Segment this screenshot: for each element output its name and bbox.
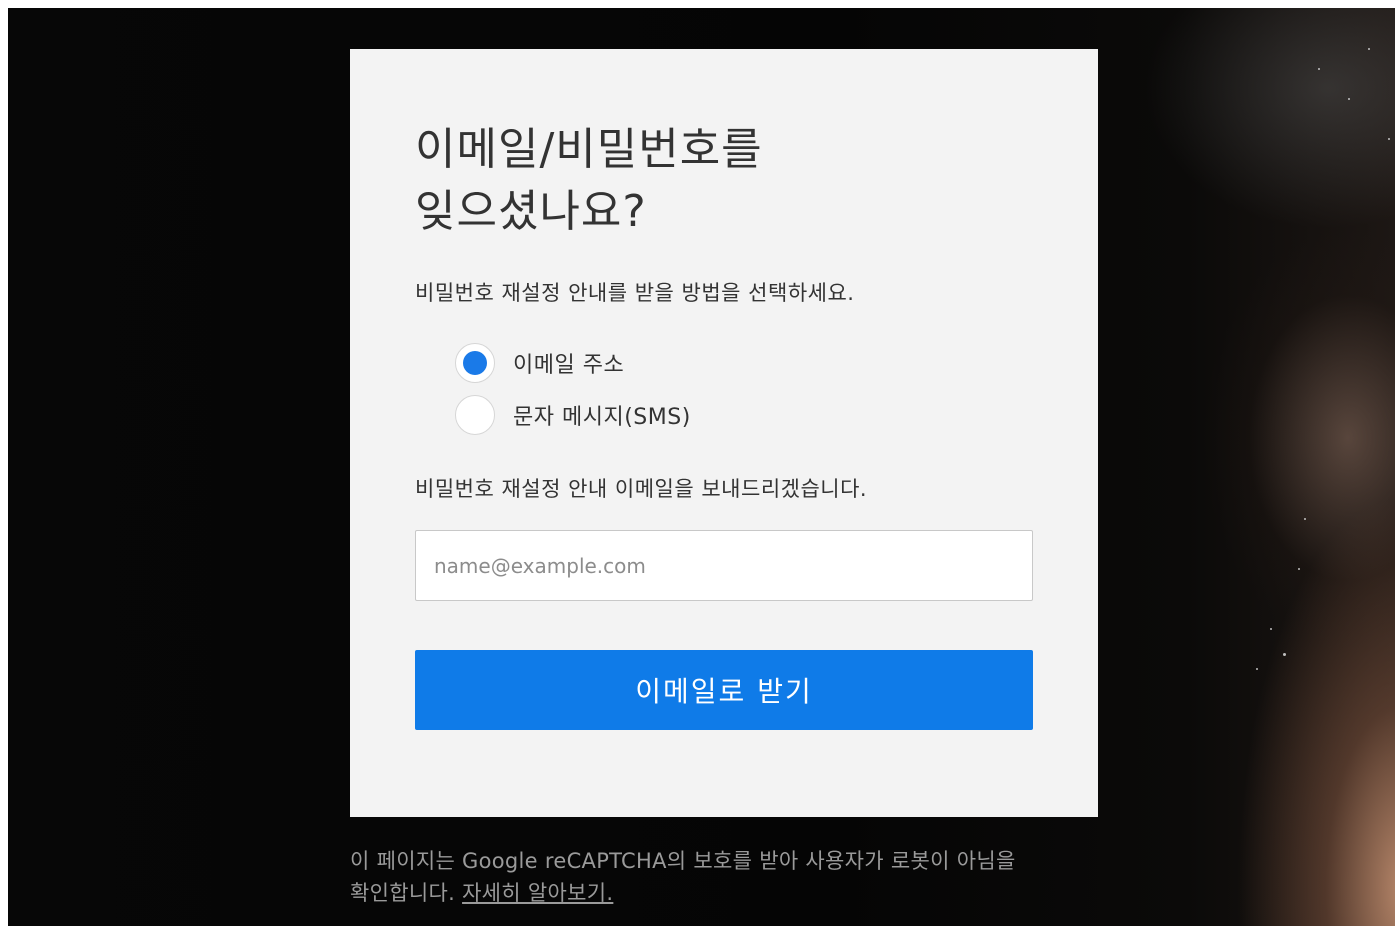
sparkle-decoration	[1388, 138, 1390, 140]
sparkle-decoration	[1304, 518, 1306, 520]
sparkle-decoration	[1298, 568, 1300, 570]
sparkle-decoration	[1368, 48, 1370, 50]
recaptcha-notice: 이 페이지는 Google reCAPTCHA의 보호를 받아 사용자가 로봇이…	[350, 845, 1030, 909]
page-title-line-2: 잊으셨나요?	[415, 186, 647, 237]
email-radio-label[interactable]: 이메일 주소	[513, 347, 624, 379]
method-instruction: 비밀번호 재설정 안내를 받을 방법을 선택하세요.	[415, 281, 855, 305]
send-email-button[interactable]: 이메일로 받기	[415, 650, 1033, 730]
recaptcha-text: 이 페이지는 Google reCAPTCHA의 보호를 받아 사용자가 로봇이…	[350, 849, 1016, 905]
sparkle-decoration	[1256, 668, 1258, 670]
radio-option-sms[interactable]: 문자 메시지(SMS)	[455, 389, 1033, 441]
email-info-text: 비밀번호 재설정 안내 이메일을 보내드리겠습니다.	[415, 477, 868, 501]
learn-more-link[interactable]: 자세히 알아보기.	[462, 881, 613, 905]
page-title: 이메일/비밀번호를 잊으셨나요?	[415, 119, 1033, 243]
radio-option-email[interactable]: 이메일 주소	[455, 337, 1033, 389]
sparkle-decoration	[1283, 653, 1286, 656]
sparkle-decoration	[1318, 68, 1320, 70]
email-radio-button[interactable]	[455, 343, 495, 383]
sms-radio-button[interactable]	[455, 395, 495, 435]
sms-radio-label[interactable]: 문자 메시지(SMS)	[513, 399, 691, 431]
reset-method-radio-group: 이메일 주소 문자 메시지(SMS)	[455, 337, 1033, 441]
page-title-line-1: 이메일/비밀번호를	[415, 124, 763, 175]
email-input[interactable]	[415, 530, 1033, 601]
password-reset-card: 이메일/비밀번호를 잊으셨나요? 비밀번호 재설정 안내를 받을 방법을 선택하…	[350, 49, 1098, 817]
radio-selected-dot	[463, 351, 487, 375]
sparkle-decoration	[1270, 628, 1272, 630]
sparkle-decoration	[1348, 98, 1350, 100]
